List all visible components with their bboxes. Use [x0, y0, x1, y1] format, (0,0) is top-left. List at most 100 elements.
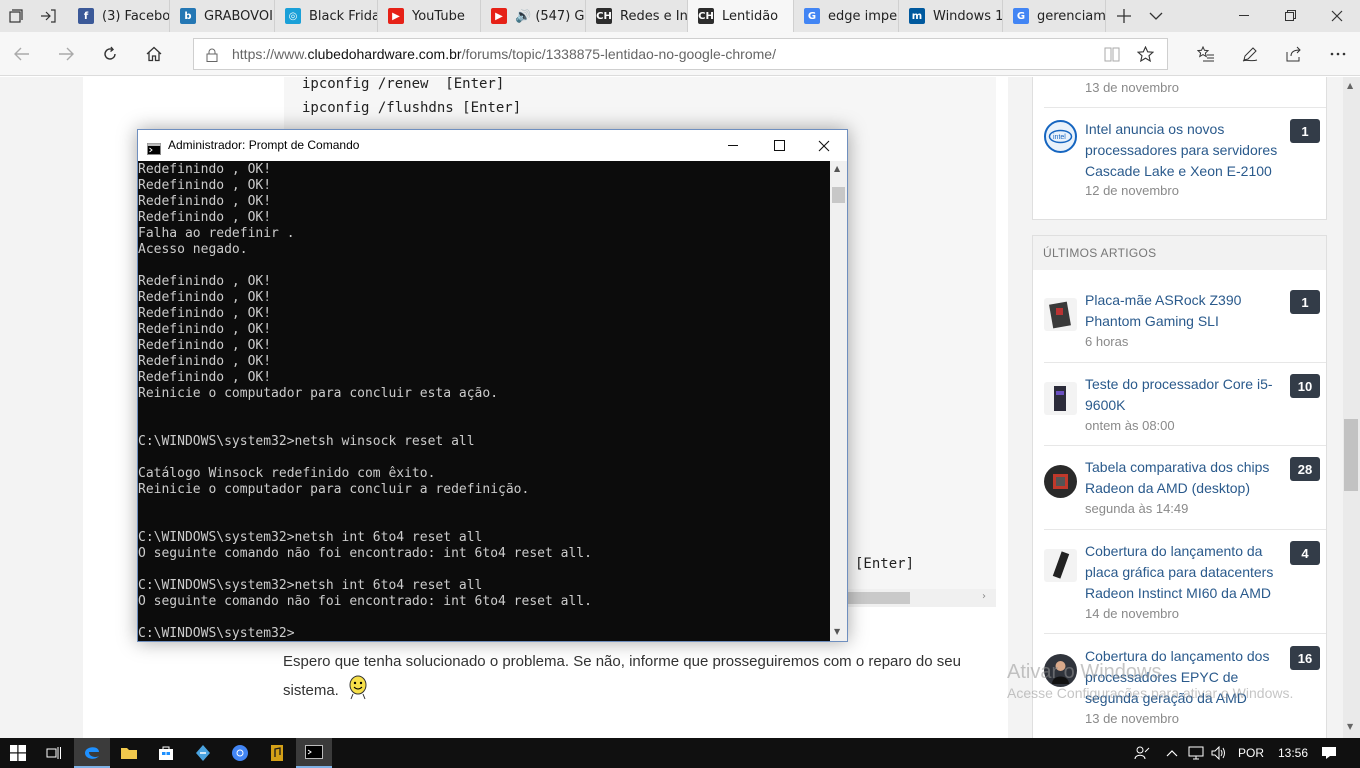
- browser-tab[interactable]: CH Lentidão: [688, 0, 794, 32]
- sidebar-article-item[interactable]: Placa-mãe ASRock Z390 Phantom Gaming SLI…: [1044, 290, 1324, 360]
- sidebar-article-title[interactable]: Cobertura do lançamento da placa gráfica…: [1085, 541, 1285, 604]
- sidebar-article-item[interactable]: Teste do processador Core i5-9600K ontem…: [1044, 374, 1324, 444]
- cmd-vertical-scrollbar[interactable]: ▲ ▼: [830, 161, 847, 641]
- browser-tab[interactable]: ▶ 🔊 (547) G: [481, 0, 586, 32]
- tab-favicon-icon: ▶: [388, 8, 404, 24]
- winamp-style-app-icon[interactable]: [185, 738, 221, 768]
- network-icon[interactable]: [1185, 738, 1207, 768]
- divider: [1044, 633, 1326, 634]
- task-view-icon[interactable]: [36, 738, 72, 768]
- reading-view-icon[interactable]: [1104, 47, 1120, 66]
- console-line: Redefinindo , OK!: [138, 274, 272, 289]
- web-note-icon[interactable]: [1228, 32, 1272, 76]
- console-line: Reinicie o computador para concluir a re…: [138, 482, 530, 497]
- tab-label: YouTube: [412, 8, 465, 24]
- tab-favicon-icon: G: [1013, 8, 1029, 24]
- comment-count-badge[interactable]: 10: [1290, 374, 1320, 398]
- comment-count-badge[interactable]: 1: [1290, 290, 1320, 314]
- console-line: Redefinindo , OK!: [138, 370, 272, 385]
- cmd-close-button[interactable]: [801, 130, 847, 161]
- page-scrollbar[interactable]: ▲ ▼: [1343, 77, 1360, 738]
- tab-label: 🔊 (547) G: [515, 8, 585, 24]
- action-center-icon[interactable]: [1316, 738, 1342, 768]
- window-restore-button[interactable]: [1268, 0, 1314, 32]
- sidebar-article-title[interactable]: Tabela comparativa dos chips Radeon da A…: [1085, 457, 1285, 499]
- browser-tab[interactable]: m Windows 1: [899, 0, 1003, 32]
- cmd-scroll-down-icon[interactable]: ▼: [834, 627, 840, 636]
- taskbar-clock[interactable]: 13:56: [1273, 738, 1313, 768]
- tab-label: (3) Facebook: [102, 8, 169, 24]
- sidebar-news-title[interactable]: Intel anuncia os novos processadores par…: [1085, 119, 1285, 182]
- console-line: Redefinindo , OK!: [138, 162, 272, 177]
- code-scroll-thumb[interactable]: [844, 592, 910, 604]
- address-bar[interactable]: https://www.clubedohardware.com.br/forum…: [193, 38, 1168, 70]
- sidebar-article-date: ontem às 08:00: [1085, 418, 1175, 433]
- cmd-title-bar[interactable]: Administrador: Prompt de Comando: [138, 130, 847, 161]
- scroll-up-arrow-icon[interactable]: ▲: [1347, 81, 1353, 90]
- browser-tab[interactable]: ▶ YouTube: [378, 0, 481, 32]
- tab-label: GRABOVOI: [204, 8, 273, 24]
- cmd-scroll-up-icon[interactable]: ▲: [834, 164, 840, 173]
- more-options-icon[interactable]: [1316, 32, 1360, 76]
- sidebar-article-title[interactable]: Placa-mãe ASRock Z390 Phantom Gaming SLI: [1085, 290, 1285, 332]
- tab-preview-chevron-icon[interactable]: [1140, 0, 1172, 32]
- show-hidden-icons-chevron-icon[interactable]: [1162, 738, 1182, 768]
- processor-box-thumbnail: [1044, 382, 1077, 415]
- music-app-icon[interactable]: [259, 738, 295, 768]
- forward-button[interactable]: [44, 32, 88, 76]
- people-icon[interactable]: [1131, 738, 1153, 768]
- browser-tab[interactable]: Gedge impe: [794, 0, 899, 32]
- home-button[interactable]: [132, 32, 176, 76]
- sidebar-news-date: 12 de novembro: [1085, 183, 1179, 198]
- browser-tab[interactable]: b GRABOVOI: [170, 0, 275, 32]
- sidebar-article-item[interactable]: Tabela comparativa dos chips Radeon da A…: [1044, 457, 1324, 527]
- scroll-right-arrow-icon[interactable]: ›: [982, 591, 986, 602]
- back-button[interactable]: [0, 32, 44, 76]
- edge-browser-icon[interactable]: [74, 738, 110, 768]
- console-line: Redefinindo , OK!: [138, 338, 272, 353]
- chrome-browser-icon[interactable]: [222, 738, 258, 768]
- cmd-scroll-thumb[interactable]: [832, 187, 845, 203]
- sidebar-article-item[interactable]: Cobertura do lançamento da placa gráfica…: [1044, 541, 1324, 621]
- browser-tab[interactable]: ◎ Black Friday: [275, 0, 378, 32]
- new-tab-button[interactable]: [1106, 0, 1142, 32]
- motherboard-thumbnail: [1044, 298, 1077, 331]
- cmd-minimize-button[interactable]: [710, 130, 756, 161]
- comment-count-badge[interactable]: 1: [1290, 119, 1320, 143]
- divider: [1044, 362, 1326, 363]
- browser-tab[interactable]: f (3) Facebook: [68, 0, 170, 32]
- favorites-hub-icon[interactable]: [1184, 32, 1228, 76]
- windows-activation-watermark-title: Ativar o Windows: [1007, 661, 1162, 683]
- code-line: ipconfig /renew [Enter]: [302, 77, 505, 92]
- comment-count-badge[interactable]: 28: [1290, 457, 1320, 481]
- command-prompt-taskbar-icon[interactable]: [296, 738, 332, 768]
- page-scroll-thumb[interactable]: [1344, 419, 1358, 491]
- tab-actions-icon[interactable]: [0, 0, 32, 32]
- command-prompt-window[interactable]: Administrador: Prompt de Comando Redefin…: [137, 129, 848, 642]
- file-explorer-icon[interactable]: [111, 738, 147, 768]
- console-line: Redefinindo , OK!: [138, 354, 272, 369]
- sidebar-news-item[interactable]: intel Intel anuncia os novos processador…: [1044, 119, 1324, 198]
- tab-label: Windows 1: [933, 8, 1002, 24]
- volume-icon[interactable]: [1209, 738, 1229, 768]
- share-icon[interactable]: [1272, 32, 1316, 76]
- favorite-star-icon[interactable]: [1136, 45, 1155, 66]
- store-icon[interactable]: [148, 738, 184, 768]
- input-language-indicator[interactable]: POR: [1233, 738, 1269, 768]
- cmd-app-icon: [147, 140, 161, 159]
- comment-count-badge[interactable]: 16: [1290, 646, 1320, 670]
- window-close-button[interactable]: [1314, 0, 1360, 32]
- cmd-maximize-button[interactable]: [756, 130, 802, 161]
- browser-tab[interactable]: Ggerenciame: [1003, 0, 1106, 32]
- set-aside-tabs-icon[interactable]: [32, 0, 64, 32]
- comment-count-badge[interactable]: 4: [1290, 541, 1320, 565]
- browser-tab[interactable]: CH Redes e Int: [586, 0, 688, 32]
- scroll-down-arrow-icon[interactable]: ▼: [1347, 722, 1353, 731]
- cmd-console-output[interactable]: Redefinindo , OK! Redefinindo , OK! Redefi…: [138, 161, 830, 641]
- refresh-button[interactable]: [88, 32, 132, 76]
- sidebar-article-title[interactable]: Teste do processador Core i5-9600K: [1085, 374, 1285, 416]
- sidebar-article-date: segunda às 14:49: [1085, 501, 1189, 516]
- window-minimize-button[interactable]: [1222, 0, 1268, 32]
- windows-start-icon[interactable]: [0, 738, 36, 768]
- console-line: C:\WINDOWS\system32>netsh int 6to4 reset…: [138, 530, 483, 545]
